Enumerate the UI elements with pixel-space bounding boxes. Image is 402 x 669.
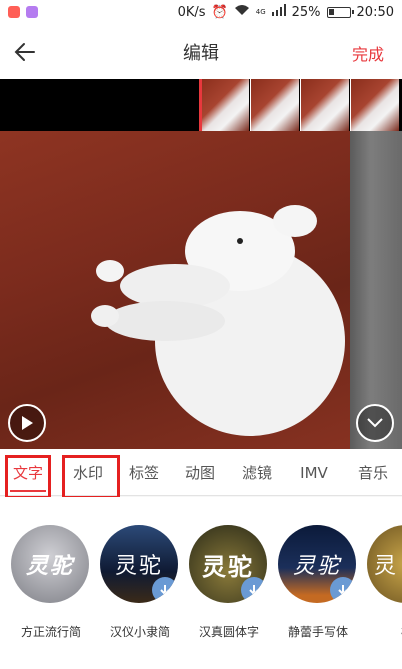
clock: 20:50	[356, 4, 394, 20]
font-name: 汉真圆体字	[198, 625, 259, 639]
status-bar: 0K/s ⏰ 4G 25% 20:50	[0, 0, 402, 24]
play-button[interactable]	[8, 404, 46, 442]
tab-label: 标签	[128, 464, 159, 482]
tab-tags[interactable]: 标签	[120, 449, 168, 496]
download-icon[interactable]	[241, 577, 267, 603]
battery-percent: 25%	[291, 4, 321, 20]
battery-icon	[326, 6, 354, 18]
timeline-thumbnail	[350, 79, 399, 131]
download-icon[interactable]	[152, 577, 178, 603]
font-preview-text: 灵	[373, 554, 398, 579]
font-preview-text: 灵驼	[25, 553, 74, 579]
notification-app-icon	[8, 6, 20, 18]
timeline-thumbnail	[300, 79, 349, 131]
font-preview: 灵	[367, 525, 402, 603]
font-list: 灵驼 方正流行简 灵驼 汉仪小隶简 灵驼 汉真圆体字 灵驼 静蕾手写体 灵	[0, 497, 402, 669]
font-item[interactable]: 灵驼 汉仪小隶简	[100, 525, 180, 639]
tab-label: 滤镜	[241, 464, 272, 482]
back-arrow-icon[interactable]	[12, 38, 40, 66]
video-timeline-strip[interactable]	[0, 79, 402, 131]
collapse-chevron-icon[interactable]	[356, 404, 394, 442]
timeline-playhead[interactable]	[199, 79, 202, 131]
font-name: 静蕾手写体	[287, 625, 348, 639]
timeline-thumbnail	[200, 79, 249, 131]
font-preview-text: 灵驼	[292, 554, 341, 579]
video-frame-dog	[91, 205, 345, 436]
font-preview: 灵驼	[100, 525, 178, 603]
font-item[interactable]: 灵驼 汉真圆体字	[189, 525, 269, 639]
edit-tabs: 文字 水印 标签 动图 滤镜 IMV 音乐	[0, 449, 402, 496]
page-title: 编辑	[183, 42, 219, 64]
tab-label: IMV	[300, 463, 328, 482]
font-preview: 灵驼	[278, 525, 356, 603]
font-preview-text: 灵驼	[114, 554, 163, 579]
font-name: 楷	[363, 623, 402, 640]
tab-music[interactable]: 音乐	[348, 449, 398, 496]
tab-filter[interactable]: 滤镜	[233, 449, 281, 496]
download-icon[interactable]	[330, 577, 356, 603]
highlight-box-watermark	[62, 455, 120, 499]
font-name: 汉仪小隶简	[109, 625, 170, 639]
tab-imv[interactable]: IMV	[290, 449, 338, 496]
font-preview-text: 灵驼	[202, 552, 254, 581]
wifi-icon	[234, 4, 250, 20]
signal-icon	[271, 4, 286, 20]
status-right: 0K/s ⏰ 4G 25% 20:50	[178, 0, 394, 24]
font-preview: 灵驼	[11, 525, 89, 603]
header: 编辑 完成	[0, 24, 402, 79]
font-preview: 灵驼	[189, 525, 267, 603]
network-speed: 0K/s	[177, 4, 206, 20]
tab-gif[interactable]: 动图	[176, 449, 224, 496]
timeline-thumbnail	[250, 79, 299, 131]
video-preview[interactable]	[0, 131, 402, 449]
font-item[interactable]: 灵驼 方正流行简	[11, 525, 91, 639]
font-item[interactable]: 灵驼 静蕾手写体	[278, 525, 358, 639]
tab-label: 音乐	[357, 464, 388, 482]
highlight-box-text	[5, 455, 51, 499]
editor-screen: 0K/s ⏰ 4G 25% 20:50 编辑 完成 文字 水印 标签 动图 滤镜…	[0, 0, 402, 669]
alarm-icon: ⏰	[211, 4, 228, 20]
network-type: 4G	[255, 8, 266, 16]
notification-app-icon-2	[26, 6, 38, 18]
tab-label: 动图	[184, 464, 215, 482]
font-name: 方正流行简	[20, 625, 81, 639]
done-button[interactable]: 完成	[352, 41, 384, 65]
font-item[interactable]: 灵 楷	[367, 525, 402, 639]
